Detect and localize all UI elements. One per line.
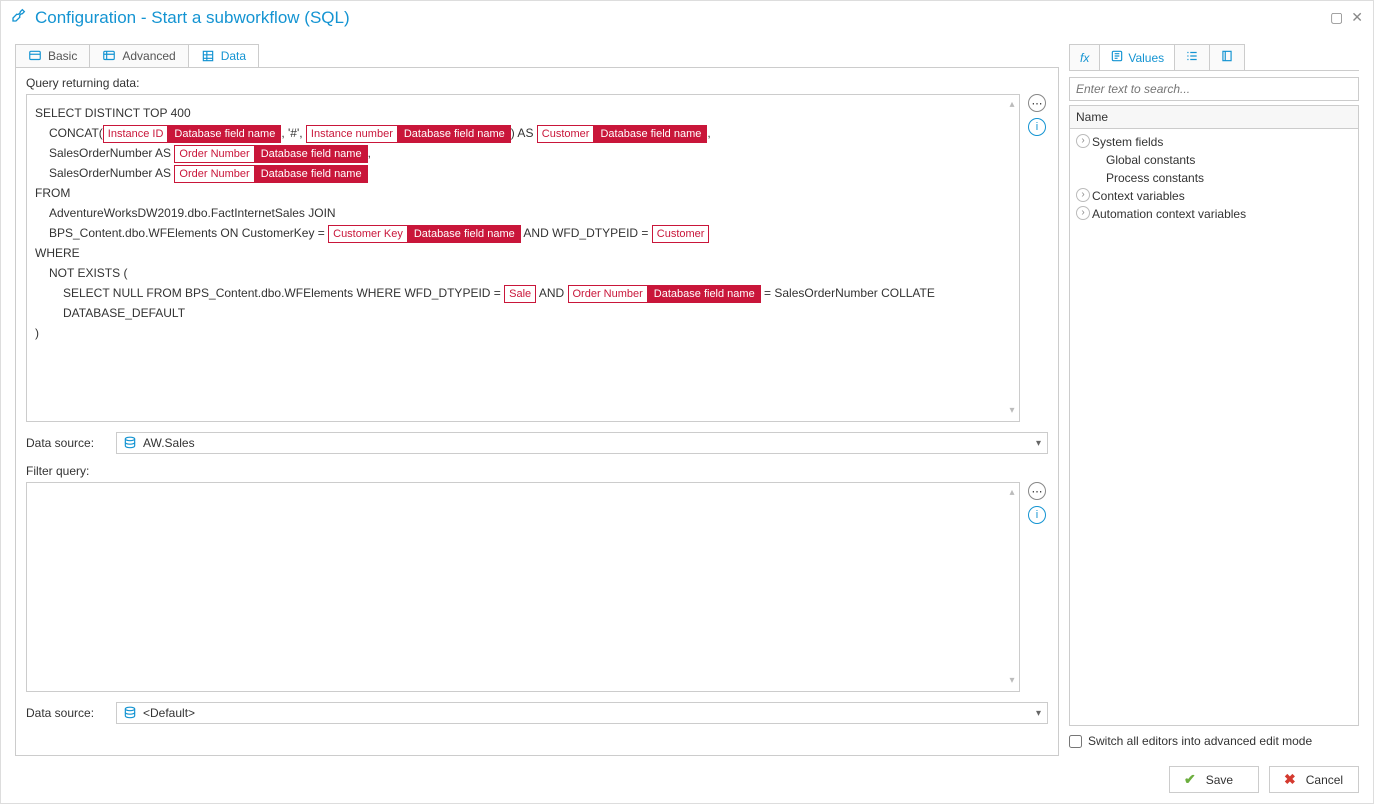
pill-customer[interactable]: Customer xyxy=(652,225,710,243)
pill-dbfield[interactable]: Database field name xyxy=(255,165,368,183)
search-input[interactable] xyxy=(1069,77,1359,101)
panel-icon xyxy=(1220,49,1234,66)
datasource-label: Data source: xyxy=(26,436,106,450)
pill-order-number[interactable]: Order Number xyxy=(174,145,254,163)
pill-dbfield[interactable]: Database field name xyxy=(398,125,511,143)
sql-line: WHERE xyxy=(35,243,1011,263)
sql-line: ) xyxy=(35,323,1011,343)
pill-dbfield[interactable]: Database field name xyxy=(255,145,368,163)
wrench-icon xyxy=(11,7,27,28)
rtab-panel[interactable] xyxy=(1209,44,1245,70)
rtab-values[interactable]: Values xyxy=(1099,44,1175,70)
pill-customer[interactable]: Customer xyxy=(537,125,595,143)
pill-instance-number[interactable]: Instance number xyxy=(306,125,398,143)
tree-process-constants[interactable]: Process constants xyxy=(1072,169,1356,187)
sql-line: BPS_Content.dbo.WFElements ON CustomerKe… xyxy=(49,223,1011,243)
check-icon: ✔ xyxy=(1184,771,1196,788)
cancel-button[interactable]: ✖ Cancel xyxy=(1269,766,1359,793)
advanced-icon xyxy=(102,49,116,63)
pill-order-number[interactable]: Order Number xyxy=(568,285,648,303)
values-icon xyxy=(1110,49,1124,66)
cancel-icon: ✖ xyxy=(1284,771,1296,788)
data-icon xyxy=(201,49,215,63)
filter-editor[interactable]: ▴▾ xyxy=(26,482,1020,692)
sql-line: AdventureWorksDW2019.dbo.FactInternetSal… xyxy=(49,203,1011,223)
tree-system-fields[interactable]: System fields xyxy=(1072,133,1356,151)
values-tree[interactable]: System fields Global constants Process c… xyxy=(1069,129,1359,726)
tab-advanced-label: Advanced xyxy=(122,49,175,63)
tab-advanced[interactable]: Advanced xyxy=(89,44,188,67)
close-button[interactable]: ✕ xyxy=(1351,9,1363,26)
fx-icon: fx xyxy=(1080,51,1089,65)
tab-basic[interactable]: Basic xyxy=(15,44,90,67)
database-icon xyxy=(123,436,137,450)
rtab-fx[interactable]: fx xyxy=(1069,44,1100,70)
datasource-select-1[interactable]: AW.Sales ▾ xyxy=(116,432,1048,454)
window-title: Configuration - Start a subworkflow (SQL… xyxy=(35,8,350,28)
sql-line: SELECT DISTINCT TOP 400 xyxy=(35,103,1011,123)
sql-line: SalesOrderNumber AS Order NumberDatabase… xyxy=(49,143,1011,163)
footer: ✔ Save ✖ Cancel xyxy=(1,756,1373,803)
rtab-list[interactable] xyxy=(1174,44,1210,70)
switch-editmode-checkbox[interactable] xyxy=(1069,735,1082,748)
list-icon xyxy=(1185,49,1199,66)
sql-line: NOT EXISTS ( xyxy=(49,263,1011,283)
sql-line: SELECT NULL FROM BPS_Content.dbo.WFEleme… xyxy=(63,283,1011,323)
pill-dbfield[interactable]: Database field name xyxy=(168,125,281,143)
sql-line: SalesOrderNumber AS Order NumberDatabase… xyxy=(49,163,1011,183)
datasource-value: AW.Sales xyxy=(143,436,195,450)
save-button[interactable]: ✔ Save xyxy=(1169,766,1259,793)
editor-more-button[interactable]: ⋯ xyxy=(1028,94,1046,112)
tab-data-label: Data xyxy=(221,49,246,63)
tree-context-variables[interactable]: Context variables xyxy=(1072,187,1356,205)
rtab-values-label: Values xyxy=(1128,51,1164,65)
query-editor[interactable]: SELECT DISTINCT TOP 400 CONCAT(Instance … xyxy=(26,94,1020,422)
chevron-down-icon: ▾ xyxy=(1036,708,1041,719)
scrollbar[interactable]: ▴▾ xyxy=(1005,483,1019,691)
titlebar: Configuration - Start a subworkflow (SQL… xyxy=(1,1,1373,34)
tree-global-constants[interactable]: Global constants xyxy=(1072,151,1356,169)
basic-icon xyxy=(28,49,42,63)
pill-dbfield[interactable]: Database field name xyxy=(648,285,761,303)
datasource-label: Data source: xyxy=(26,706,106,720)
main-tabs: Basic Advanced Data xyxy=(15,44,1059,67)
pill-order-number[interactable]: Order Number xyxy=(174,165,254,183)
sql-line: FROM xyxy=(35,183,1011,203)
editor-more-button[interactable]: ⋯ xyxy=(1028,482,1046,500)
datasource-select-2[interactable]: <Default> ▾ xyxy=(116,702,1048,724)
database-icon xyxy=(123,706,137,720)
tab-body: Query returning data: SELECT DISTINCT TO… xyxy=(15,67,1059,756)
switch-editmode-label: Switch all editors into advanced edit mo… xyxy=(1088,734,1312,748)
query-label: Query returning data: xyxy=(26,76,1048,90)
pill-dbfield[interactable]: Database field name xyxy=(408,225,521,243)
editor-info-button[interactable]: i xyxy=(1028,118,1046,136)
pill-sale[interactable]: Sale xyxy=(504,285,536,303)
scrollbar[interactable]: ▴▾ xyxy=(1005,95,1019,421)
tree-automation-context[interactable]: Automation context variables xyxy=(1072,205,1356,223)
pill-dbfield[interactable]: Database field name xyxy=(594,125,707,143)
pill-instance-id[interactable]: Instance ID xyxy=(103,125,169,143)
right-tabs: fx Values xyxy=(1069,44,1359,71)
chevron-down-icon: ▾ xyxy=(1036,438,1041,449)
pill-customer-key[interactable]: Customer Key xyxy=(328,225,408,243)
tab-basic-label: Basic xyxy=(48,49,77,63)
filter-label: Filter query: xyxy=(26,464,1048,478)
tab-data[interactable]: Data xyxy=(188,44,259,67)
editor-info-button[interactable]: i xyxy=(1028,506,1046,524)
datasource-value: <Default> xyxy=(143,706,195,720)
sql-line: CONCAT(Instance IDDatabase field name, '… xyxy=(49,123,1011,143)
maximize-button[interactable]: ▢ xyxy=(1330,9,1343,26)
tree-header: Name xyxy=(1069,105,1359,129)
